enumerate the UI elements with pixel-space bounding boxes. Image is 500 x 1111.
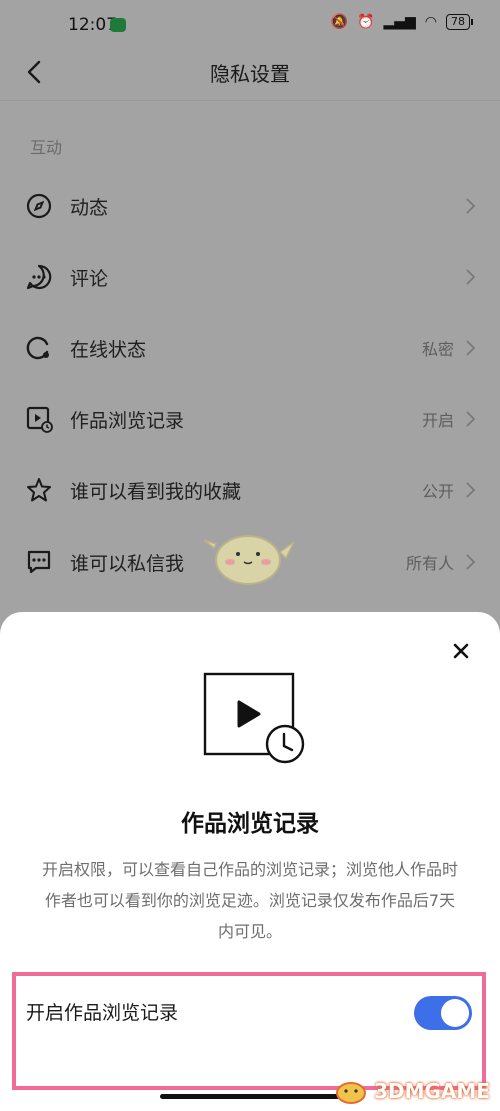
row-label: 谁可以私信我 (70, 552, 185, 575)
video-history-icon (26, 406, 53, 433)
view-history-toggle-row: 开启作品浏览记录 (12, 972, 486, 1090)
toggle-label: 开启作品浏览记录 (26, 1002, 179, 1024)
section-label-interaction: 互动 (30, 138, 63, 157)
status-icons: 🔕 ⏰ ▂▄▆ ◠ 78 (330, 14, 473, 30)
settings-row-view-history[interactable]: 作品浏览记录 开启 (0, 384, 500, 454)
signal-icon: ▂▄▆ (383, 14, 416, 30)
wechat-notification-icon (110, 18, 126, 32)
chevron-right-icon (466, 554, 476, 570)
sheet-description: 开启权限，可以查看自己作品的浏览记录；浏览他人作品时作者也可以看到你的浏览足迹。… (41, 860, 458, 941)
row-value: 所有人 (405, 554, 454, 573)
row-label: 谁可以看到我的收藏 (70, 480, 242, 503)
chevron-right-icon (466, 198, 476, 214)
status-bar: 12:07 🔕 ⏰ ▂▄▆ ◠ 78 (0, 0, 500, 44)
watermark: 3DMGAME (334, 1077, 490, 1105)
watermark-text: 3DMGAME (374, 1079, 490, 1103)
page-title: 隐私设置 (210, 62, 290, 86)
settings-row-online-status[interactable]: 在线状态 私密 (0, 313, 500, 383)
video-history-illustration-icon (203, 672, 305, 764)
mute-icon: 🔕 (330, 14, 349, 30)
settings-row-favorites-visibility[interactable]: 谁可以看到我的收藏 公开 (0, 455, 500, 525)
view-history-toggle[interactable] (414, 996, 472, 1030)
top-nav-bar: 隐私设置 (0, 44, 500, 101)
sheet-title: 作品浏览记录 (181, 811, 319, 837)
online-status-icon (26, 336, 49, 360)
bottom-sheet: 作品浏览记录 开启权限，可以查看自己作品的浏览记录；浏览他人作品时作者也可以看到… (0, 612, 500, 1111)
chevron-right-icon (466, 411, 476, 427)
watermark-logo-icon (336, 1082, 367, 1104)
chevron-right-icon (466, 340, 476, 356)
row-value: 公开 (421, 482, 454, 501)
toggle-knob (441, 999, 469, 1027)
compass-icon (26, 193, 52, 219)
row-label: 在线状态 (70, 338, 147, 361)
battery-indicator: 78 (446, 14, 473, 30)
wifi-icon: ◠ (424, 14, 437, 30)
star-icon (27, 478, 51, 502)
chevron-right-icon (466, 482, 476, 498)
home-indicator (160, 1094, 340, 1099)
message-icon (27, 550, 51, 574)
mascot-icon (203, 535, 295, 585)
row-value: 私密 (421, 340, 454, 359)
close-icon[interactable] (452, 642, 470, 660)
row-label: 作品浏览记录 (70, 409, 185, 432)
chevron-right-icon (466, 269, 476, 285)
row-label: 评论 (70, 267, 109, 290)
settings-row-moments[interactable]: 动态 (0, 171, 500, 241)
comment-bubble-icon (26, 264, 52, 290)
settings-row-comments[interactable]: 评论 (0, 242, 500, 312)
row-label: 动态 (70, 196, 109, 219)
row-value: 开启 (421, 411, 454, 430)
alarm-icon: ⏰ (357, 14, 375, 30)
